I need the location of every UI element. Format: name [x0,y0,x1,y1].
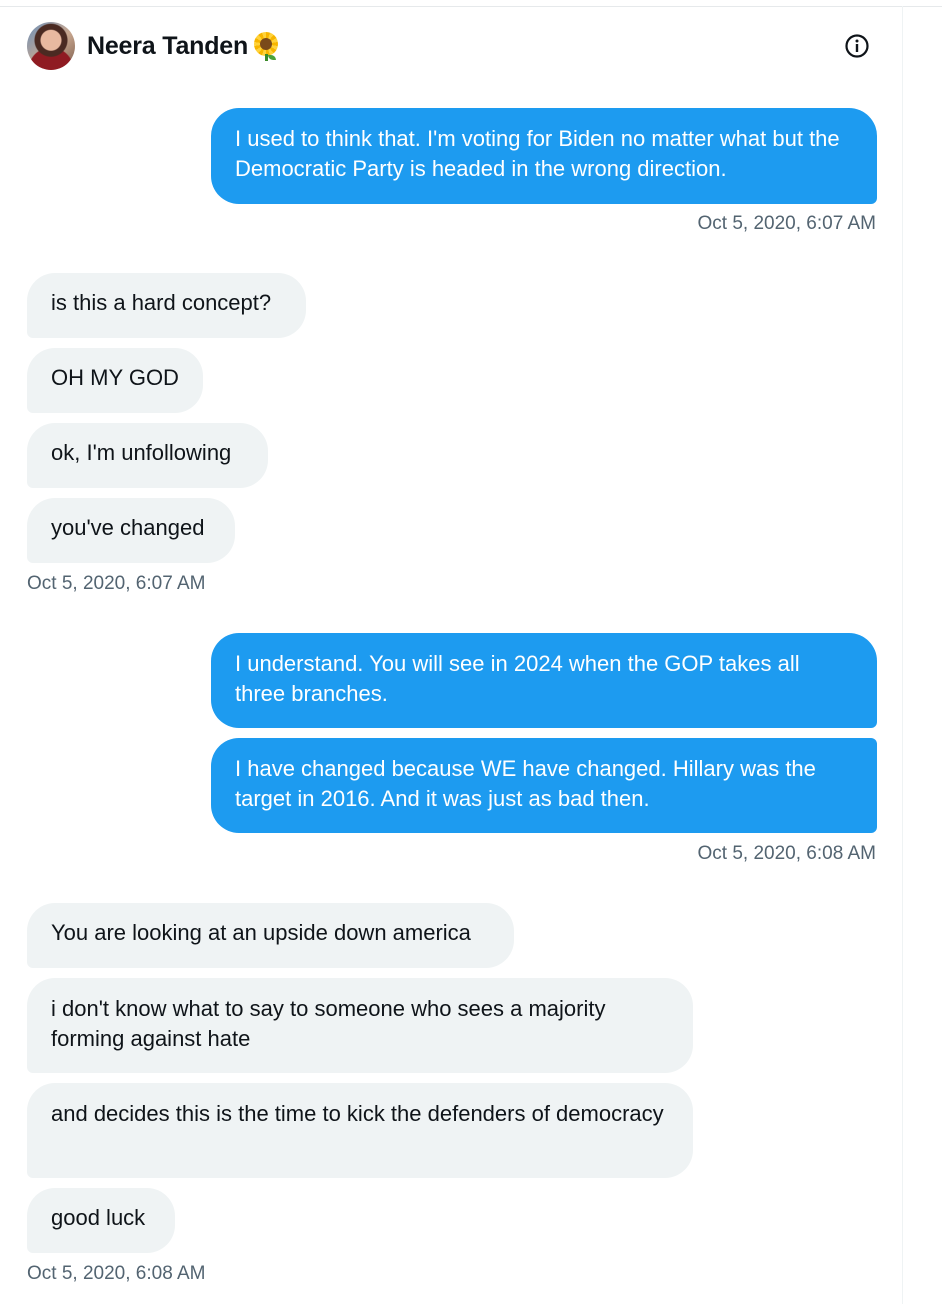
sent-message[interactable]: I used to think that. I'm voting for Bid… [211,108,877,204]
conversation-header: Neera Tanden [0,7,902,87]
message-timestamp: Oct 5, 2020, 6:07 AM [697,213,877,234]
received-message[interactable]: OH MY GOD [27,348,203,413]
sent-message[interactable]: I have changed because WE have changed. … [211,738,877,833]
message-timestamp: Oct 5, 2020, 6:07 AM [27,573,206,594]
sunflower-icon [252,31,282,61]
avatar[interactable] [27,22,75,70]
received-message[interactable]: good luck [27,1188,175,1253]
info-icon[interactable] [844,33,870,59]
right-divider [902,6,903,1304]
received-message[interactable]: and decides this is the time to kick the… [27,1083,693,1178]
received-message[interactable]: ok, I'm unfollowing [27,423,268,488]
received-message[interactable]: you've changed [27,498,235,563]
dm-conversation: Neera Tanden I used to think that. I'm v… [0,0,942,1304]
display-name[interactable]: Neera Tanden [87,32,248,61]
message-timestamp: Oct 5, 2020, 6:08 AM [697,843,877,864]
received-message[interactable]: You are looking at an upside down americ… [27,903,514,968]
message-timestamp: Oct 5, 2020, 6:08 AM [27,1263,206,1284]
received-message[interactable]: i don't know what to say to someone who … [27,978,693,1073]
received-message[interactable]: is this a hard concept? [27,273,306,338]
sent-message[interactable]: I understand. You will see in 2024 when … [211,633,877,728]
name-row[interactable]: Neera Tanden [87,31,282,61]
